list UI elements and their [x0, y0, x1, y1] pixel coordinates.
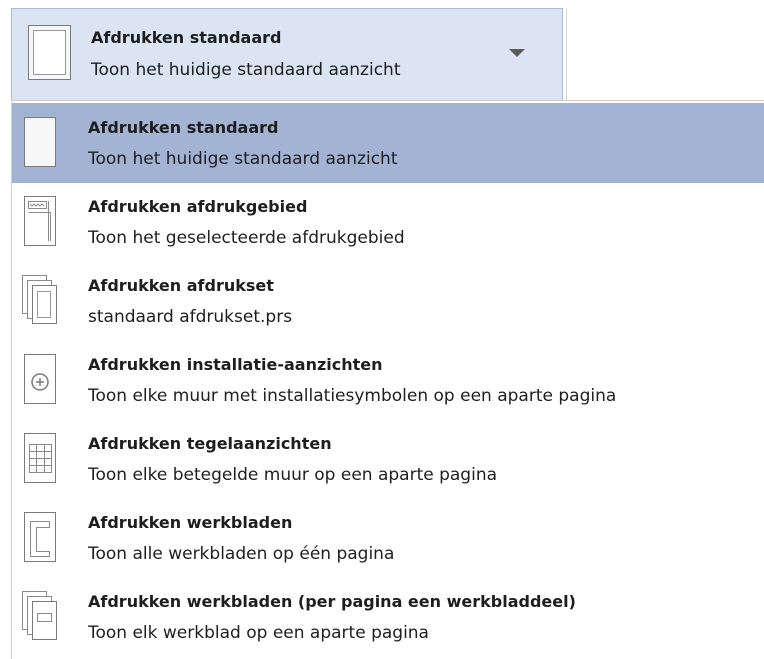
menu-item-worktops-per-page[interactable]: Afdrukken werkbladen (per pagina een wer… [12, 577, 764, 657]
menu-item-subtitle: Toon elke betegelde muur op een aparte p… [88, 465, 498, 485]
menu-item-subtitle: Toon het huidige standaard aanzicht [88, 149, 398, 169]
print-area-icon [24, 196, 56, 246]
separator [566, 8, 567, 100]
installation-icon [24, 354, 56, 404]
menu-item-tile-views[interactable]: Afdrukken tegelaanzichten Toon elke bete… [12, 419, 764, 499]
menu-item-subtitle: Toon elk werkblad op een aparte pagina [88, 623, 429, 643]
menu-item-title: Afdrukken standaard [88, 118, 279, 137]
menu-item-subtitle: Toon alle werkbladen op één pagina [88, 544, 395, 564]
menu-item-subtitle: Toon het geselecteerde afdrukgebied [88, 228, 405, 248]
print-view-dropdown[interactable]: Afdrukken standaard Toon het huidige sta… [11, 8, 563, 100]
worktop-pages-icon [22, 591, 57, 640]
worktop-icon [24, 512, 56, 562]
menu-item-installation-views[interactable]: Afdrukken installatie-aanzichten Toon el… [12, 340, 764, 420]
menu-item-subtitle: standaard afdrukset.prs [88, 307, 293, 327]
blank-page-icon [24, 117, 56, 167]
dropdown-menu: Afdrukken standaard Toon het huidige sta… [11, 100, 764, 659]
menu-item-title: Afdrukken afdrukset [88, 276, 274, 295]
menu-item-print-area[interactable]: Afdrukken afdrukgebied Toon het geselect… [12, 182, 764, 262]
print-set-icon [22, 275, 57, 324]
menu-item-print-set[interactable]: Afdrukken afdrukset standaard afdrukset.… [12, 261, 764, 341]
blank-page-icon [28, 25, 71, 80]
menu-item-title: Afdrukken werkbladen (per pagina een wer… [88, 592, 576, 611]
menu-item-title: Afdrukken afdrukgebied [88, 197, 308, 216]
tile-grid-icon [24, 433, 56, 483]
menu-item-title: Afdrukken werkbladen [88, 513, 293, 532]
dropdown-title: Afdrukken standaard [91, 28, 282, 47]
menu-item-title: Afdrukken installatie-aanzichten [88, 355, 383, 374]
menu-item-worktops[interactable]: Afdrukken werkbladen Toon alle werkblade… [12, 498, 764, 578]
menu-item-standard[interactable]: Afdrukken standaard Toon het huidige sta… [12, 103, 764, 183]
menu-item-subtitle: Toon elke muur met installatiesymbolen o… [88, 386, 617, 406]
dropdown-subtitle: Toon het huidige standaard aanzicht [91, 60, 401, 80]
menu-item-title: Afdrukken tegelaanzichten [88, 434, 332, 453]
chevron-down-icon[interactable] [509, 49, 525, 57]
